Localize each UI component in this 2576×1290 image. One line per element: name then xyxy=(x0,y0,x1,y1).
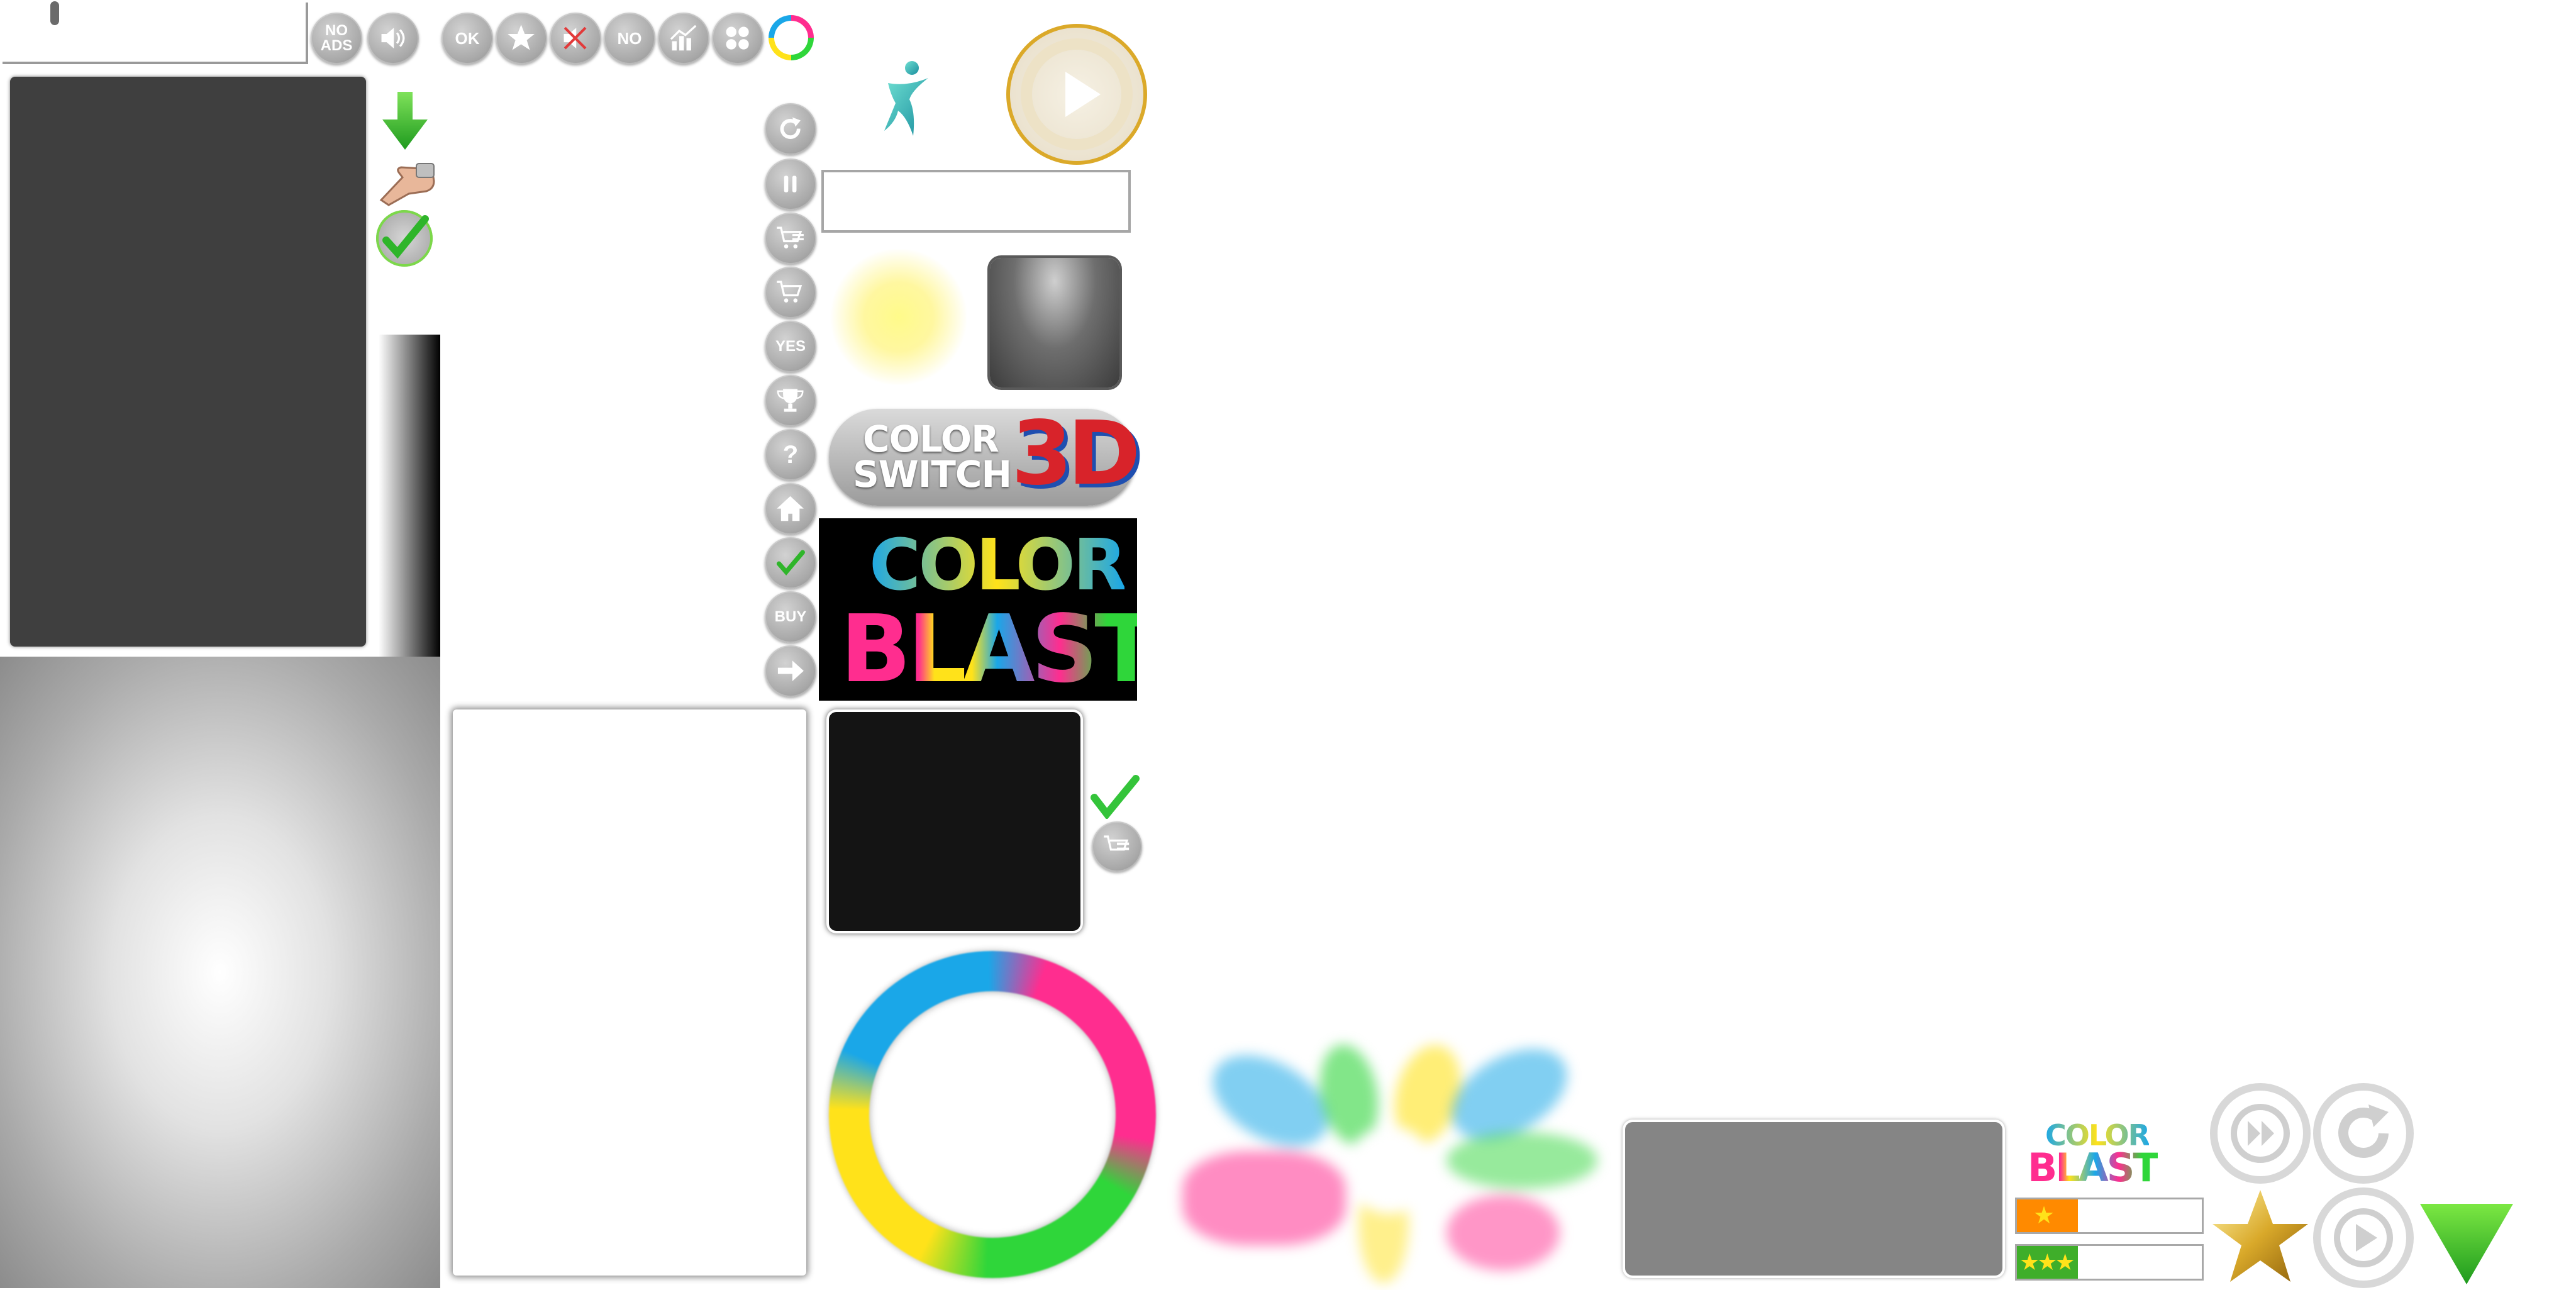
ok-label: OK xyxy=(455,28,480,48)
yellow-glow xyxy=(828,249,970,385)
black-panel xyxy=(829,712,1080,931)
color-burst xyxy=(1170,1030,1610,1288)
no-ads-button[interactable]: NO ADS xyxy=(311,13,362,64)
star-icon: ★ xyxy=(2033,1203,2055,1229)
down-arrow-icon xyxy=(380,92,430,150)
color-switch-3d-logo: COLOR SWITCH 3D xyxy=(829,403,1141,506)
home-button[interactable] xyxy=(765,483,816,535)
restart-icon xyxy=(2338,1104,2389,1158)
fast-forward-icon xyxy=(2231,1104,2290,1163)
speaker-icon xyxy=(381,28,405,49)
play-ring-small-button[interactable] xyxy=(2313,1187,2414,1288)
restart-icon xyxy=(780,117,801,140)
mute-button[interactable] xyxy=(550,13,601,64)
radial-glow-panel xyxy=(0,657,440,1288)
star-icon xyxy=(508,25,535,50)
menu-button[interactable] xyxy=(712,13,763,64)
dark-panel xyxy=(10,77,366,647)
star-icon: ★★★ xyxy=(2019,1249,2075,1275)
cart-list-icon xyxy=(1104,835,1130,851)
rating-bar-one-star: ★ xyxy=(2015,1198,2204,1234)
white-panel-frame xyxy=(453,709,806,1276)
grid-icon xyxy=(726,26,750,50)
chart-icon xyxy=(670,25,697,51)
no-button[interactable]: NO xyxy=(604,13,655,64)
play-ring-button[interactable] xyxy=(1006,24,1147,165)
switch-line2: SWITCH xyxy=(853,453,1012,496)
rate-button[interactable] xyxy=(496,13,547,64)
buy-button[interactable]: BUY xyxy=(765,591,816,643)
switch-3d: 3D xyxy=(1011,403,1141,505)
sound-button[interactable] xyxy=(367,13,419,64)
gold-star-icon xyxy=(2210,1187,2311,1286)
color-ring xyxy=(829,951,1156,1278)
hand-pointer-icon xyxy=(377,150,438,206)
small-check-icon xyxy=(1091,775,1140,820)
fast-forward-button[interactable] xyxy=(2210,1083,2311,1184)
stats-button[interactable] xyxy=(658,13,709,64)
pause-icon xyxy=(784,175,797,193)
shop-list-button[interactable] xyxy=(765,213,816,264)
play-icon xyxy=(2334,1208,2393,1267)
trophy-icon xyxy=(777,389,804,413)
restart-button[interactable] xyxy=(765,103,816,155)
down-triangle-icon xyxy=(2418,1201,2516,1287)
yes-check-icon xyxy=(376,210,433,267)
name-input-box[interactable] xyxy=(821,170,1131,233)
small-word2: BLAST xyxy=(2028,1145,2160,1191)
help-label: ? xyxy=(782,440,799,469)
play-icon xyxy=(1021,38,1133,150)
rating-bar-three-stars: ★★★ xyxy=(2015,1244,2204,1281)
blast-word2: BLAST xyxy=(840,595,1137,701)
gradient-strip xyxy=(379,335,440,657)
small-shop-button[interactable] xyxy=(1092,821,1142,872)
next-button[interactable] xyxy=(765,645,816,697)
ok-button[interactable]: OK xyxy=(441,13,493,64)
small-color-blast-logo: COLOR BLAST xyxy=(2019,1113,2160,1191)
help-button[interactable]: ? xyxy=(765,429,816,481)
yes-button[interactable]: YES xyxy=(765,321,816,372)
gray-panel xyxy=(1625,1122,2002,1276)
figure-logo-icon xyxy=(875,57,945,138)
pause-button[interactable] xyxy=(765,158,816,210)
cart-list-icon xyxy=(777,226,804,249)
buy-label: BUY xyxy=(774,608,807,625)
gray-gloss-button[interactable] xyxy=(990,258,1119,387)
arrow-right-icon xyxy=(778,660,804,682)
cart-icon xyxy=(777,281,802,303)
check-icon xyxy=(777,550,806,576)
no-ads-label: NO ADS xyxy=(320,22,353,54)
no-sound-icon xyxy=(564,27,587,50)
trophy-button[interactable] xyxy=(765,375,816,426)
text-cursor xyxy=(50,1,59,25)
home-icon xyxy=(777,496,804,521)
color-blast-logo: COLOR BLAST xyxy=(819,518,1137,701)
color-ring-icon[interactable] xyxy=(769,15,814,60)
yes-label: YES xyxy=(775,338,806,355)
shop-button[interactable] xyxy=(765,267,816,318)
text-input-box[interactable] xyxy=(3,3,308,64)
confirm-button[interactable] xyxy=(765,537,816,589)
blast-word1: COLOR xyxy=(869,525,1127,606)
restart-ring-button[interactable] xyxy=(2313,1083,2414,1184)
no-label: NO xyxy=(617,28,642,48)
